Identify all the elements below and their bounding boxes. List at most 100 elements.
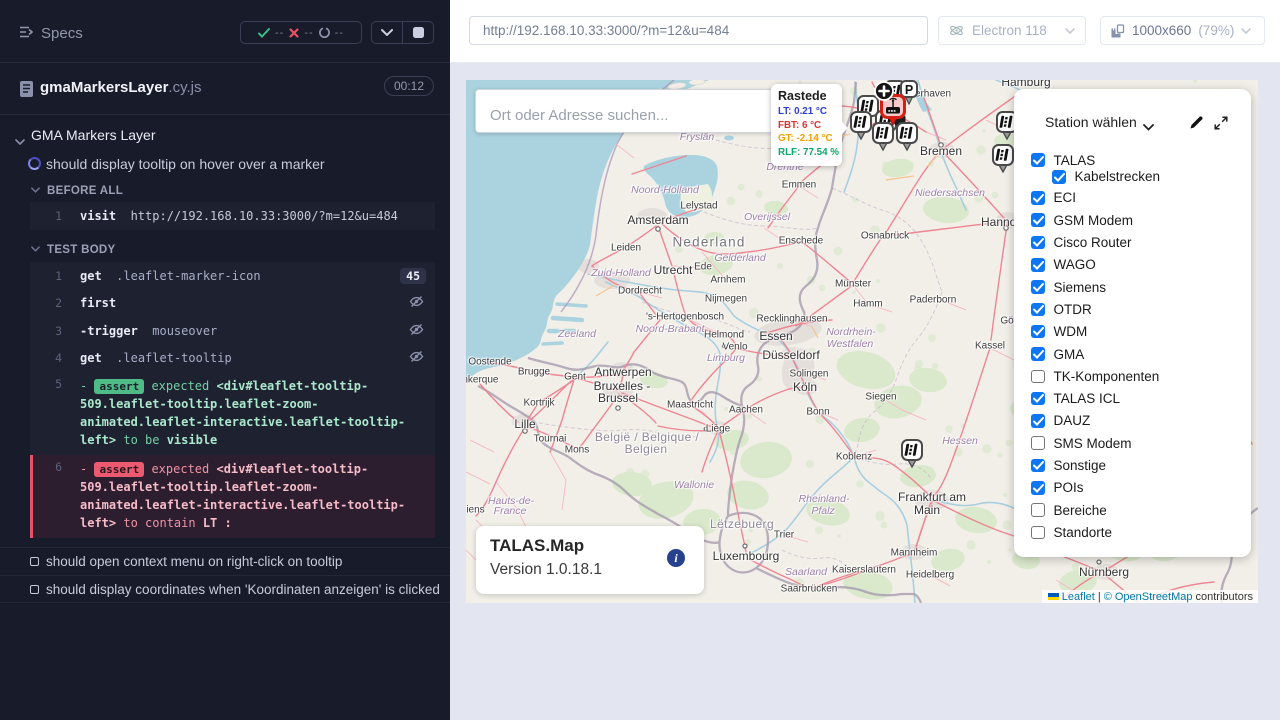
osm-link[interactable]: © OpenStreetMap	[1104, 591, 1193, 603]
before-all-commands: 1 visit http://192.168.10.33:3000/?m=12&…	[30, 202, 435, 230]
station-filter-item: TALAS ICL	[1014, 387, 1251, 409]
specs-menu-icon[interactable]	[19, 25, 35, 39]
invisible-eye-icon	[409, 296, 424, 311]
station-filter-label: OTDR	[1054, 302, 1092, 317]
command-row-trigger[interactable]: 3 -trigger mouseover	[30, 317, 435, 345]
map-label-city: Dunkerque	[466, 375, 498, 386]
command-row-get[interactable]: 1 get .leaflet-marker-icon 45	[30, 262, 435, 290]
running-spinner-icon	[28, 157, 41, 170]
command-row-visit[interactable]: 1 visit http://192.168.10.33:3000/?m=12&…	[30, 202, 435, 230]
map-label-city: Mons	[565, 445, 589, 456]
map-label-city: Emmen	[782, 180, 816, 191]
checkbox-checked[interactable]	[1052, 170, 1066, 184]
chevron-down-icon	[31, 184, 40, 196]
checkbox-checked[interactable]	[1031, 414, 1045, 428]
pending-tests: should open context menu on right-click …	[0, 547, 450, 603]
tooltip-value-row: RLF: 77.54 %	[778, 146, 835, 160]
url-bar[interactable]: http://192.168.10.33:3000/?m=12&u=484	[469, 16, 928, 45]
leaflet-link[interactable]: Leaflet	[1062, 591, 1095, 603]
checkbox-unchecked[interactable]	[1031, 503, 1045, 517]
station-filter-item: Standorte	[1014, 521, 1251, 543]
map-label-country: Nederland	[672, 235, 745, 250]
attribution-separator: |	[1098, 591, 1101, 603]
hook-label: TEST BODY	[47, 244, 116, 256]
station-filter-label: Standorte	[1054, 525, 1113, 540]
checkbox-checked[interactable]	[1031, 213, 1045, 227]
station-filter-item: Sonstige	[1014, 454, 1251, 476]
pending-test-row[interactable]: should display coordinates when 'Koordin…	[0, 575, 450, 603]
command-row-first[interactable]: 2 first	[30, 290, 435, 318]
station-filter-item: DAUZ	[1014, 410, 1251, 432]
map-label-city: 's-Hertogenbosch	[646, 312, 724, 323]
browser-selector[interactable]: Electron 118	[938, 16, 1086, 45]
assert-failed-row[interactable]: 6 - assert expected <div#leaflet-tooltip…	[30, 455, 435, 538]
station-select-label[interactable]: Station wählen	[1045, 114, 1137, 130]
app-version: Version 1.0.18.1	[490, 561, 602, 579]
checkbox-checked[interactable]	[1031, 191, 1045, 205]
pending-test-row[interactable]: should open context menu on right-click …	[0, 547, 450, 575]
checkbox-checked[interactable]	[1031, 258, 1045, 272]
element-count-badge: 45	[400, 268, 426, 284]
station-filter-label: GSM Modem	[1054, 213, 1134, 228]
command-row-get-tooltip[interactable]: 4 get .leaflet-tooltip	[30, 345, 435, 373]
viewport-selector[interactable]: 1000x660 (79%)	[1100, 16, 1265, 45]
fullscreen-icon[interactable]	[1213, 115, 1229, 136]
station-panel-header: Station wählen	[1014, 111, 1251, 137]
map-label-city: Hamm	[853, 299, 882, 310]
checkbox-unchecked[interactable]	[1031, 370, 1045, 384]
map-label-region: Nordrhein-	[826, 326, 876, 338]
checkbox-checked[interactable]	[1031, 280, 1045, 294]
checkbox-checked[interactable]	[1031, 481, 1045, 495]
attribution-suffix: contributors	[1196, 591, 1253, 603]
suite-row[interactable]: GMA Markers Layer	[0, 124, 450, 146]
checkbox-checked[interactable]	[1031, 459, 1045, 473]
map-label-city: Gent	[564, 372, 586, 383]
command-name: get	[80, 351, 102, 365]
chevron-down-icon[interactable]	[1143, 118, 1154, 136]
map-label-city: Oostende	[468, 357, 511, 368]
invisible-eye-icon	[409, 323, 424, 338]
ukraine-flag-icon	[1048, 593, 1059, 601]
pending-test-title: should display coordinates when 'Koordin…	[46, 582, 440, 597]
checkbox-checked[interactable]	[1031, 392, 1045, 406]
map-label-city2: Brussel	[598, 391, 638, 405]
checkbox-checked[interactable]	[1031, 153, 1045, 167]
map-label-city: Recklinghausen	[756, 314, 827, 325]
map-label-city2: Hamburg	[1001, 80, 1050, 89]
search-input[interactable]	[476, 90, 776, 132]
checkbox-checked[interactable]	[1031, 325, 1045, 339]
hook-test-body[interactable]: TEST BODY	[31, 243, 116, 256]
stop-button[interactable]	[403, 22, 433, 43]
station-filter-item: WAGO	[1014, 254, 1251, 276]
info-button[interactable]: i	[667, 549, 685, 567]
spec-file-row[interactable]: gmaMarkersLayer.cy.js 00:12	[0, 63, 450, 115]
hook-before-all[interactable]: BEFORE ALL	[31, 184, 123, 197]
failed-icon	[289, 28, 299, 38]
assert-passed-row[interactable]: 5 - assert expected <div#leaflet-tooltip…	[30, 372, 435, 455]
sidebar-title: Specs	[41, 25, 83, 42]
checkbox-checked[interactable]	[1031, 236, 1045, 250]
checkbox-unchecked[interactable]	[1031, 436, 1045, 450]
station-filter-item: TK-Komponenten	[1014, 365, 1251, 387]
station-filter-label: TALAS ICL	[1054, 391, 1121, 406]
map-label-city: Koblenz	[836, 452, 872, 463]
tooltip-station-name: Rastede	[778, 89, 835, 103]
map-label-city2: Lille	[514, 417, 535, 431]
map-label-city2: Essen	[759, 329, 792, 343]
map-label-city: Maastricht	[667, 400, 713, 411]
map-label-city: Kortrijk	[523, 398, 554, 409]
checkbox-unchecked[interactable]	[1031, 526, 1045, 540]
station-filter-label: Sonstige	[1054, 458, 1107, 473]
map-label-city: Osnabrück	[861, 231, 909, 242]
checkbox-checked[interactable]	[1031, 303, 1045, 317]
command-number: 2	[30, 296, 62, 310]
map-label-city2: Bremen	[920, 144, 962, 158]
leaflet-map[interactable]: P Rastede LT: 0.21 °CFBT: 6 °CGT: -2.14 …	[466, 80, 1258, 603]
invisible-eye-icon	[409, 351, 424, 366]
edit-icon[interactable]	[1189, 115, 1204, 135]
map-label-region: Zuid-Holland	[591, 267, 651, 279]
station-filter-label: Siemens	[1054, 280, 1107, 295]
checkbox-checked[interactable]	[1031, 347, 1045, 361]
collapse-button[interactable]	[372, 22, 402, 43]
running-test-row[interactable]: should display tooltip on hover over a m…	[0, 153, 450, 175]
